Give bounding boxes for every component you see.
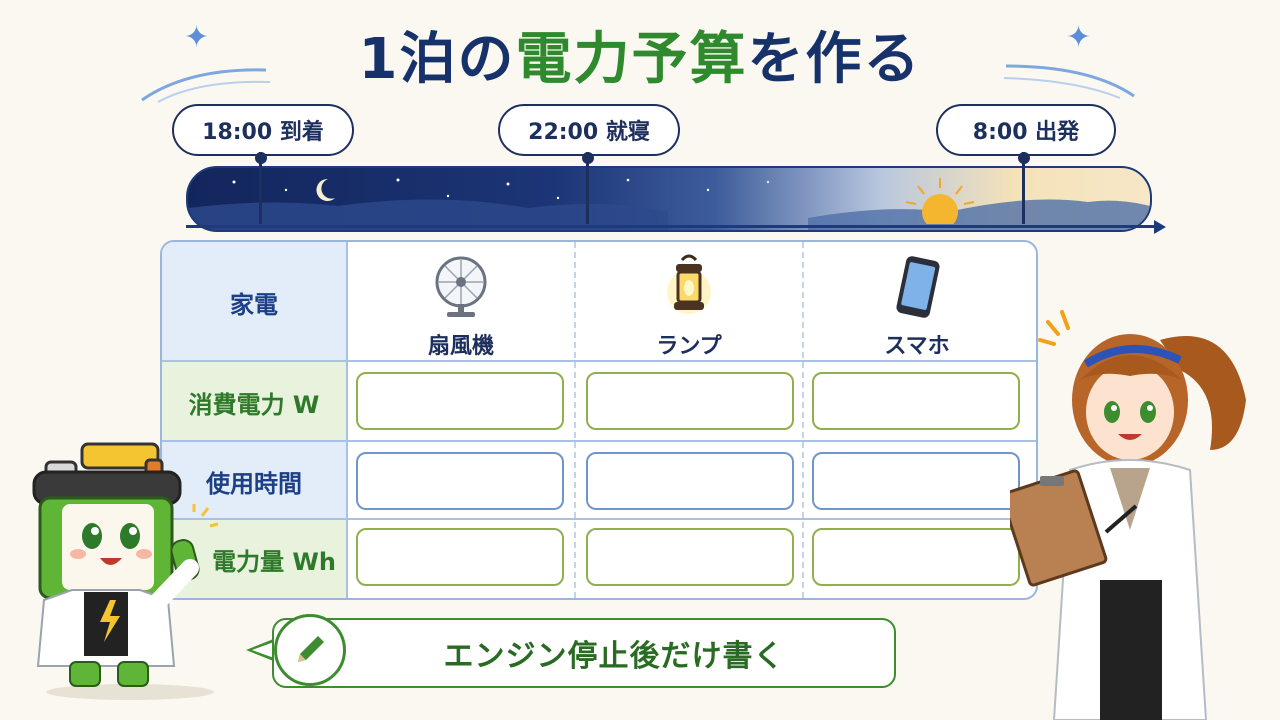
column-label-fan: 扇風機 bbox=[427, 334, 494, 359]
appliance-header: 家電 bbox=[230, 290, 278, 319]
swoosh-decoration-right bbox=[1003, 64, 1135, 99]
input-lamp-energy[interactable] bbox=[586, 528, 794, 586]
column-smartphone: スマホ bbox=[804, 242, 1030, 362]
input-fan-power[interactable] bbox=[356, 372, 564, 430]
power-budget-table: 家電 消費電力 W 使用時間 電力量 Wh 扇風機 ランプ スマホ bbox=[160, 240, 1038, 600]
note-text: エンジン停止後だけ書く bbox=[443, 639, 785, 674]
timeline-axis bbox=[186, 225, 1158, 228]
sparkle-icon: ✦ bbox=[1066, 20, 1092, 55]
note-bubble-tail-inner bbox=[252, 642, 274, 658]
swoosh-decoration-left bbox=[141, 68, 271, 103]
input-smartphone-energy[interactable] bbox=[812, 528, 1020, 586]
timeline-arrival-label: 18:00 到着 bbox=[172, 104, 354, 156]
pencil-badge bbox=[274, 614, 346, 686]
fan-icon bbox=[435, 256, 487, 317]
column-label-smartphone: スマホ bbox=[884, 334, 950, 359]
lantern-icon bbox=[667, 254, 711, 314]
sparkle-icon: ✦ bbox=[184, 20, 210, 55]
column-fan: 扇風機 bbox=[348, 242, 574, 362]
smartphone-icon bbox=[896, 256, 940, 318]
input-fan-energy[interactable] bbox=[356, 528, 564, 586]
input-smartphone-time[interactable] bbox=[812, 452, 1020, 510]
column-label-lamp: ランプ bbox=[656, 334, 722, 359]
sun-icon bbox=[905, 178, 975, 224]
input-smartphone-power[interactable] bbox=[812, 372, 1020, 430]
input-fan-time[interactable] bbox=[356, 452, 564, 510]
timeline-marker-dot bbox=[582, 152, 594, 164]
note-banner: エンジン停止後だけ書く bbox=[272, 618, 896, 688]
input-lamp-power[interactable] bbox=[586, 372, 794, 430]
timeline-departure-label: 8:00 出発 bbox=[936, 104, 1116, 156]
battery-mascot-illustration bbox=[32, 442, 219, 700]
pencil-icon bbox=[298, 636, 324, 662]
timeline-bedtime-label: 22:00 就寝 bbox=[498, 104, 680, 156]
column-lamp: ランプ bbox=[576, 242, 802, 362]
timeline-arrow-icon bbox=[1154, 220, 1166, 234]
moon-icon bbox=[316, 178, 335, 201]
input-lamp-time[interactable] bbox=[586, 452, 794, 510]
row-label-power: 消費電力 W bbox=[188, 390, 320, 419]
timeline-marker-dot bbox=[255, 152, 267, 164]
timeline-marker-dot bbox=[1018, 152, 1030, 164]
scientist-character-illustration bbox=[1010, 310, 1246, 720]
